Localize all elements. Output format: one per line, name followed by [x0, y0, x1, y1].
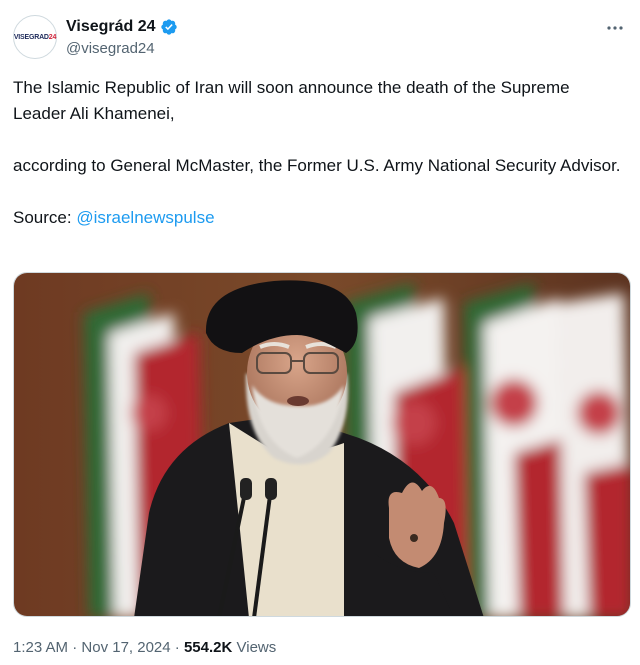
views-count: 554.2K	[183, 639, 233, 656]
tweet-header: VISEGRAD24 Visegrád 24 @visegrad24	[13, 12, 628, 62]
handle[interactable]: @visegrad24	[66, 39, 178, 59]
more-options-icon[interactable]	[604, 18, 626, 38]
author-names: Visegrád 24 @visegrad24	[66, 17, 178, 59]
verified-badge-icon	[160, 19, 177, 35]
more-dots-icon	[607, 26, 623, 30]
photo-image	[14, 273, 630, 616]
tweet-meta: 1:23 AM · Nov 17, 2024 · 554.2K Views	[13, 638, 276, 658]
source-link[interactable]: @israelnewspulse	[76, 208, 214, 227]
tweet-date[interactable]: Nov 17, 2024	[81, 639, 170, 656]
avatar[interactable]: VISEGRAD24	[13, 15, 57, 59]
display-name[interactable]: Visegrád 24	[66, 17, 156, 37]
views-label: Views	[232, 639, 277, 656]
tweet-line-2: according to General McMaster, the Forme…	[13, 156, 621, 175]
meta-separator: ·	[170, 639, 184, 656]
tweet-text: The Islamic Republic of Iran will soon a…	[13, 75, 627, 231]
tweet-source: Source: @israelnewspulse	[13, 205, 627, 231]
meta-separator: ·	[68, 639, 82, 656]
avatar-logo: VISEGRAD24	[13, 33, 57, 41]
tweet-line-1: The Islamic Republic of Iran will soon a…	[13, 78, 570, 123]
tweet-media-photo[interactable]	[13, 272, 631, 617]
tweet-time[interactable]: 1:23 AM	[13, 639, 68, 656]
source-label: Source:	[13, 208, 77, 227]
